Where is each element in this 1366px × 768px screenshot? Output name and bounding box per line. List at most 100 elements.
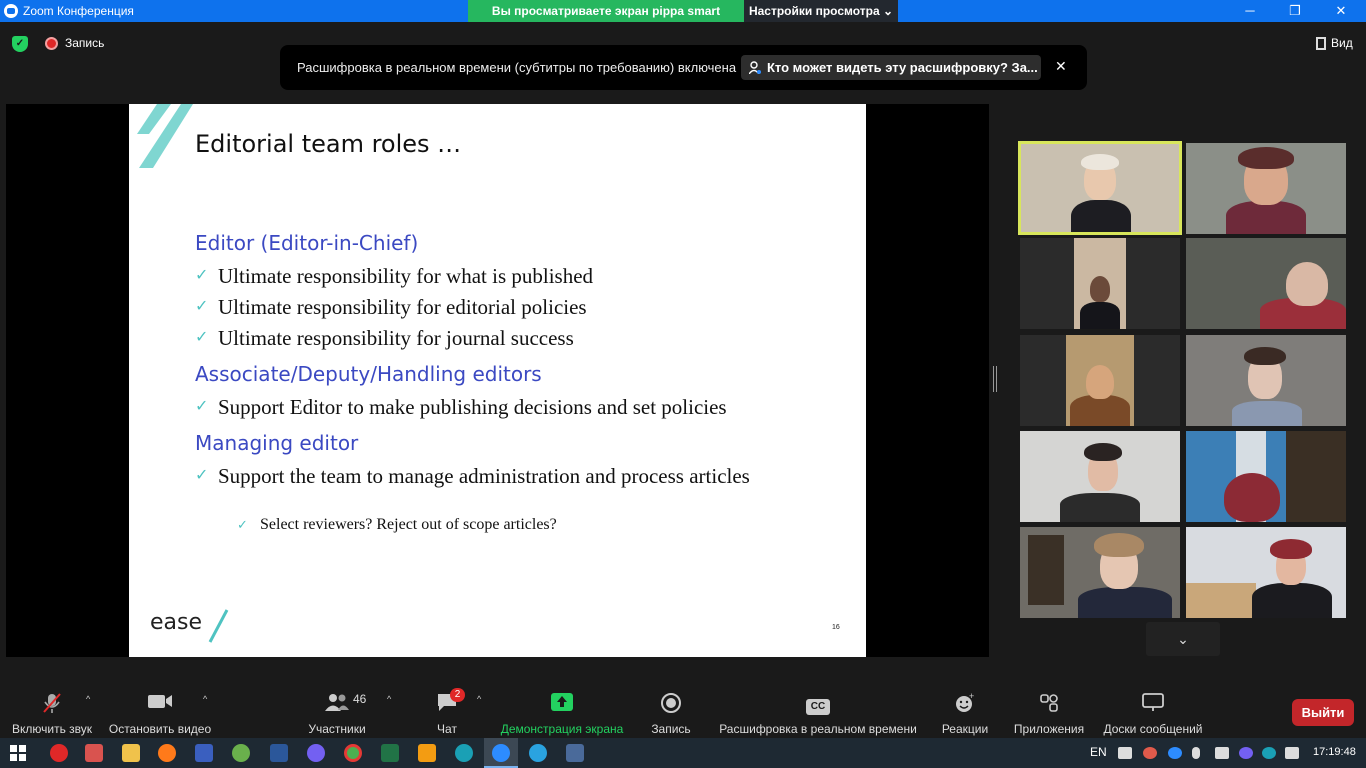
chat-unread-badge: 2: [450, 688, 465, 702]
bullet-text: Ultimate responsibility for journal succ…: [218, 326, 574, 350]
person-icon: [749, 61, 761, 74]
participant-tile[interactable]: [1186, 527, 1346, 618]
input-language-indicator[interactable]: EN: [1090, 745, 1107, 759]
mic-muted-icon: [8, 692, 96, 714]
tray-viber-icon[interactable]: [1239, 747, 1253, 759]
video-camera-icon: [104, 692, 216, 714]
section-heading-managing: Managing editor: [195, 431, 359, 455]
logo-text: ease: [150, 610, 203, 635]
participants-count: 46: [353, 692, 367, 706]
ease-logo: ease: [150, 610, 202, 635]
participant-tile[interactable]: [1186, 335, 1346, 426]
tray-icon[interactable]: [1143, 747, 1157, 759]
participant-tile[interactable]: [1020, 527, 1180, 618]
presentation-slide: Editorial team roles … Editor (Editor-in…: [129, 104, 866, 657]
word-icon[interactable]: [270, 744, 288, 762]
apps-button[interactable]: Приложения: [1010, 686, 1088, 736]
app-icon[interactable]: [232, 744, 250, 762]
zoom-logo-icon: [4, 4, 18, 18]
bullet-text: Support Editor to make publishing decisi…: [218, 395, 727, 419]
captions-message: Расшифровка в реальном времени (субтитры…: [297, 60, 737, 75]
viber-icon[interactable]: [307, 744, 325, 762]
sub-bullet-text: Select reviewers? Reject out of scope ar…: [260, 516, 557, 533]
tray-icon[interactable]: [1262, 747, 1276, 759]
chevron-down-icon: ⌄: [1177, 631, 1189, 647]
bullet-text: Ultimate responsibility for editorial po…: [218, 295, 587, 319]
close-captions-button[interactable]: ✕: [1055, 58, 1067, 75]
smiley-add-icon: +: [938, 691, 992, 714]
app-icon[interactable]: [566, 744, 584, 762]
window-title: Zoom Конференция: [23, 4, 134, 18]
cc-text: CC: [806, 699, 830, 715]
check-icon: ✓: [195, 329, 209, 346]
leave-meeting-button[interactable]: Выйти: [1292, 699, 1354, 726]
svg-text:+: +: [969, 692, 974, 701]
chat-label: Чат: [437, 722, 457, 736]
viewing-share-label: Вы просматриваете экран pippa smart: [468, 0, 744, 22]
gallery-next-page-button[interactable]: ⌄: [1146, 622, 1220, 656]
minimize-button[interactable]: ─: [1227, 0, 1273, 22]
recording-label[interactable]: Запись: [65, 36, 104, 50]
security-shield-icon[interactable]: ✓: [12, 36, 28, 52]
captions-notification: Расшифровка в реальном времени (субтитры…: [280, 45, 1087, 90]
unmute-label: Включить звук: [11, 722, 93, 736]
view-options-label: Настройки просмотра: [748, 4, 880, 18]
participant-tile[interactable]: [1020, 238, 1180, 329]
whiteboards-button[interactable]: Доски сообщений: [1100, 686, 1206, 736]
participant-tile[interactable]: [1020, 335, 1180, 426]
recording-icon: [45, 37, 58, 50]
record-icon: [646, 692, 696, 714]
participant-tile[interactable]: [1186, 431, 1346, 522]
tray-icon[interactable]: [1118, 747, 1132, 759]
participant-tile[interactable]: [1186, 238, 1346, 329]
zoom-icon: [492, 744, 510, 762]
unmute-button[interactable]: Включить звук: [8, 686, 96, 736]
stop-video-button[interactable]: Остановить видео: [104, 686, 216, 736]
file-explorer-icon[interactable]: [122, 744, 140, 762]
excel-icon[interactable]: [381, 744, 399, 762]
volume-icon[interactable]: [1285, 747, 1299, 759]
section-heading-associate: Associate/Deputy/Handling editors: [195, 362, 542, 386]
chat-options-caret[interactable]: ^: [477, 694, 481, 704]
panel-resize-handle[interactable]: [993, 366, 997, 392]
live-transcript-button[interactable]: CC Расшифровка в реальном времени: [718, 686, 918, 736]
record-label: Запись: [651, 722, 691, 736]
check-icon: ✓: [195, 398, 209, 415]
audio-options-caret[interactable]: ^: [86, 694, 90, 704]
participant-tile-active-speaker[interactable]: [1018, 141, 1182, 235]
slide-title: Editorial team roles …: [195, 130, 462, 158]
save-app-icon[interactable]: [195, 744, 213, 762]
section-heading-editor: Editor (Editor-in-Chief): [195, 231, 419, 255]
edge-icon[interactable]: [455, 744, 473, 762]
share-screen-button[interactable]: Демонстрация экрана: [498, 686, 626, 736]
apps-label: Приложения: [1013, 722, 1085, 736]
tray-zoom-icon[interactable]: [1168, 747, 1182, 759]
whiteboard-icon: [1100, 692, 1206, 714]
view-options-button[interactable]: Настройки просмотра ⌄: [744, 0, 898, 22]
record-button[interactable]: Запись: [646, 686, 696, 736]
participant-tile[interactable]: [1020, 431, 1180, 522]
stop-video-label: Остановить видео: [108, 722, 212, 736]
close-window-button[interactable]: ✕: [1318, 0, 1364, 22]
app-icon[interactable]: [85, 744, 103, 762]
app-icon[interactable]: [418, 744, 436, 762]
participants-options-caret[interactable]: ^: [387, 694, 391, 704]
video-options-caret[interactable]: ^: [203, 694, 207, 704]
chrome-icon[interactable]: [344, 744, 362, 762]
tray-mic-icon[interactable]: [1192, 747, 1200, 759]
windows-start-icon[interactable]: [10, 745, 26, 761]
logo-slash: [208, 609, 229, 643]
telegram-icon[interactable]: [529, 744, 547, 762]
maximize-button[interactable]: ❐: [1272, 0, 1318, 22]
firefox-icon[interactable]: [158, 744, 176, 762]
slide-page-number: 16: [832, 624, 840, 631]
opera-icon[interactable]: [50, 744, 68, 762]
wifi-icon[interactable]: [1215, 747, 1229, 759]
view-grid-icon[interactable]: [1316, 37, 1326, 50]
view-button[interactable]: Вид: [1331, 36, 1353, 50]
title-bar: Zoom Конференция Вы просматриваете экран…: [0, 0, 1366, 22]
who-can-see-transcript-button[interactable]: Кто может видеть эту расшифровку? За...: [741, 55, 1041, 80]
clock[interactable]: 17:19:48: [1313, 746, 1356, 758]
reactions-button[interactable]: + Реакции: [938, 686, 992, 736]
participant-tile[interactable]: [1186, 143, 1346, 234]
